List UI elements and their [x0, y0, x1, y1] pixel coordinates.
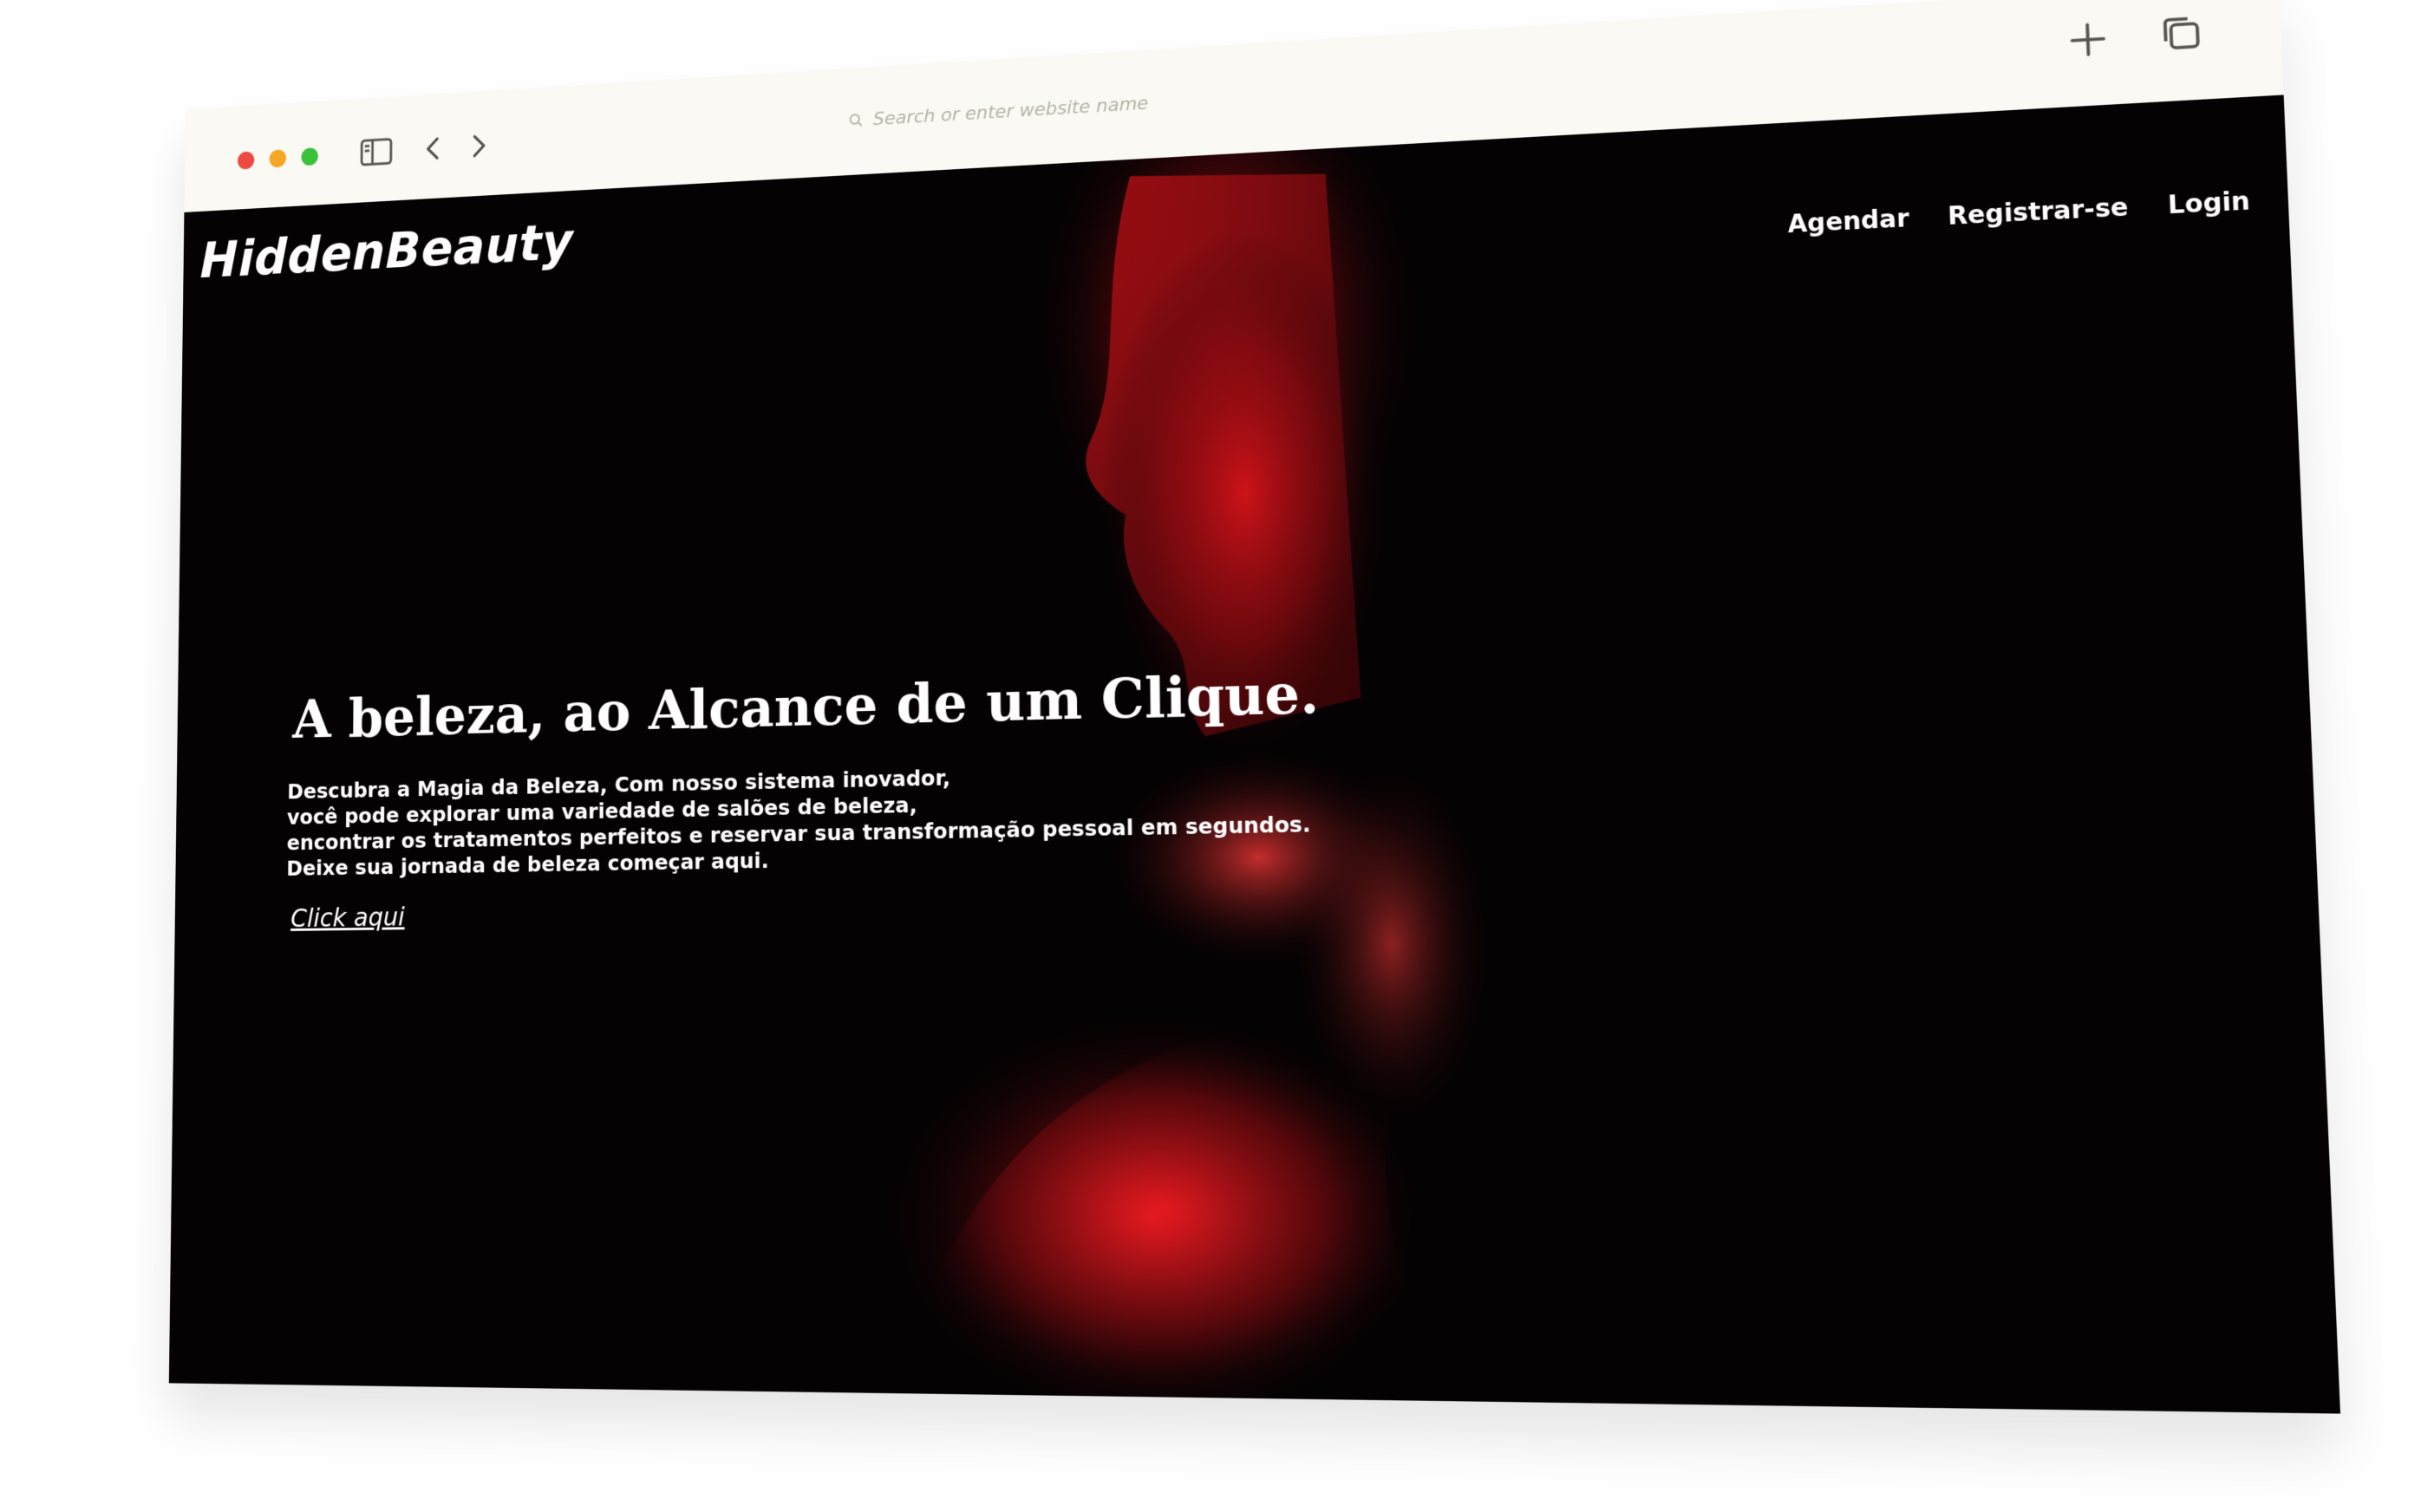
new-tab-icon[interactable] [2064, 16, 2112, 63]
back-icon[interactable] [421, 132, 444, 166]
hero-content: A beleza, ao Alcance de um Clique. Descu… [290, 663, 1365, 935]
nav-agendar-link[interactable]: Agendar [1787, 204, 1909, 238]
close-window-button[interactable] [238, 151, 254, 169]
address-input[interactable] [871, 84, 1275, 130]
zoom-window-button[interactable] [301, 147, 318, 166]
hero-description: Descubra a Magia da Beleza, Com nosso si… [286, 756, 1364, 882]
nav-login-link[interactable]: Login [2167, 186, 2250, 220]
window-controls [238, 147, 318, 170]
page-viewport: HiddenBeauty Agendar Registrar-se Login … [169, 94, 2340, 1413]
tab-overview-icon[interactable] [2157, 10, 2206, 57]
browser-window: HiddenBeauty Agendar Registrar-se Login … [169, 0, 2340, 1414]
address-bar[interactable] [849, 78, 1282, 137]
forward-icon[interactable] [467, 129, 491, 163]
click-here-link[interactable]: Click aqui [290, 903, 405, 934]
sidebar-icon[interactable] [359, 135, 393, 169]
minimize-window-button[interactable] [270, 149, 286, 167]
mockup-stage: HiddenBeauty Agendar Registrar-se Login … [0, 0, 2421, 1512]
search-icon [849, 113, 864, 128]
